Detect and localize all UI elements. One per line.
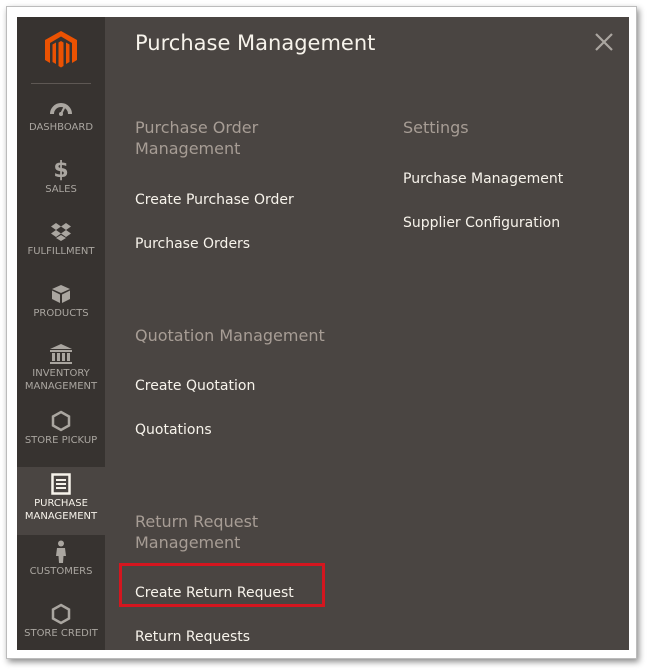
admin-app: DASHBOARD $ SALES FULFILLMENT PRODUCTS I… [17, 17, 629, 650]
hexagon-icon [49, 603, 73, 625]
sidebar-item-sales[interactable]: $ SALES [17, 157, 105, 217]
sidebar-item-label: PURCHASE MANAGEMENT [24, 498, 98, 522]
link-purchase-orders[interactable]: Purchase Orders [135, 236, 250, 252]
admin-sidebar: DASHBOARD $ SALES FULFILLMENT PRODUCTS I… [17, 17, 105, 650]
cube-icon [49, 283, 73, 305]
group-return-request-management: Return Request Management [135, 511, 295, 553]
purchase-management-flyout: Purchase Management Purchase Order Manag… [105, 17, 629, 650]
bank-icon [49, 343, 73, 365]
sidebar-item-customers[interactable]: CUSTOMERS [17, 540, 105, 599]
link-create-purchase-order[interactable]: Create Purchase Order [135, 192, 294, 208]
sidebar-divider [31, 83, 91, 84]
dropbox-icon [49, 221, 73, 243]
link-return-requests[interactable]: Return Requests [135, 629, 250, 645]
magento-logo[interactable] [42, 29, 80, 71]
screenshot-frame: DASHBOARD $ SALES FULFILLMENT PRODUCTS I… [6, 6, 637, 659]
sidebar-item-products[interactable]: PRODUCTS [17, 283, 105, 341]
person-icon [49, 540, 73, 563]
sidebar-item-label: DASHBOARD [28, 122, 94, 133]
sidebar-item-store-credit[interactable]: STORE CREDIT [17, 603, 105, 650]
highlight-box [119, 563, 325, 607]
group-quotation-management: Quotation Management [135, 325, 375, 346]
sidebar-item-fulfillment[interactable]: FULFILLMENT [17, 221, 105, 279]
flyout-title: Purchase Management [135, 31, 376, 55]
dashboard-icon [49, 97, 73, 119]
dollar-icon: $ [53, 157, 69, 183]
group-settings: Settings [403, 117, 603, 138]
magento-logo-icon [45, 31, 77, 68]
sidebar-item-label: CUSTOMERS [29, 566, 93, 577]
sidebar-item-purchase-management[interactable]: PURCHASE MANAGEMENT [17, 467, 105, 535]
sidebar-item-dashboard[interactable]: DASHBOARD [17, 97, 105, 155]
hexagon-icon [49, 410, 73, 432]
sidebar-item-label: STORE CREDIT [24, 628, 98, 639]
sidebar-item-label: STORE PICKUP [24, 435, 98, 446]
link-create-quotation[interactable]: Create Quotation [135, 378, 255, 394]
sidebar-item-label: SALES [45, 184, 77, 195]
group-title: Quotation Management [135, 326, 325, 345]
link-settings-purchase-management[interactable]: Purchase Management [403, 171, 563, 187]
document-icon [49, 473, 73, 495]
sidebar-item-store-pickup[interactable]: STORE PICKUP [17, 410, 105, 468]
sidebar-item-label: INVENTORY MANAGEMENT [24, 368, 98, 392]
link-quotations[interactable]: Quotations [135, 422, 212, 438]
group-title: Purchase Order Management [135, 118, 259, 158]
link-supplier-configuration[interactable]: Supplier Configuration [403, 215, 560, 231]
group-purchase-order-management: Purchase Order Management [135, 117, 295, 159]
sidebar-item-inventory-management[interactable]: INVENTORY MANAGEMENT [17, 343, 105, 405]
group-title: Return Request Management [135, 512, 259, 552]
sidebar-item-label: PRODUCTS [33, 308, 89, 319]
close-icon[interactable] [593, 31, 615, 53]
group-title: Settings [403, 118, 469, 137]
sidebar-item-label: FULFILLMENT [27, 246, 95, 257]
